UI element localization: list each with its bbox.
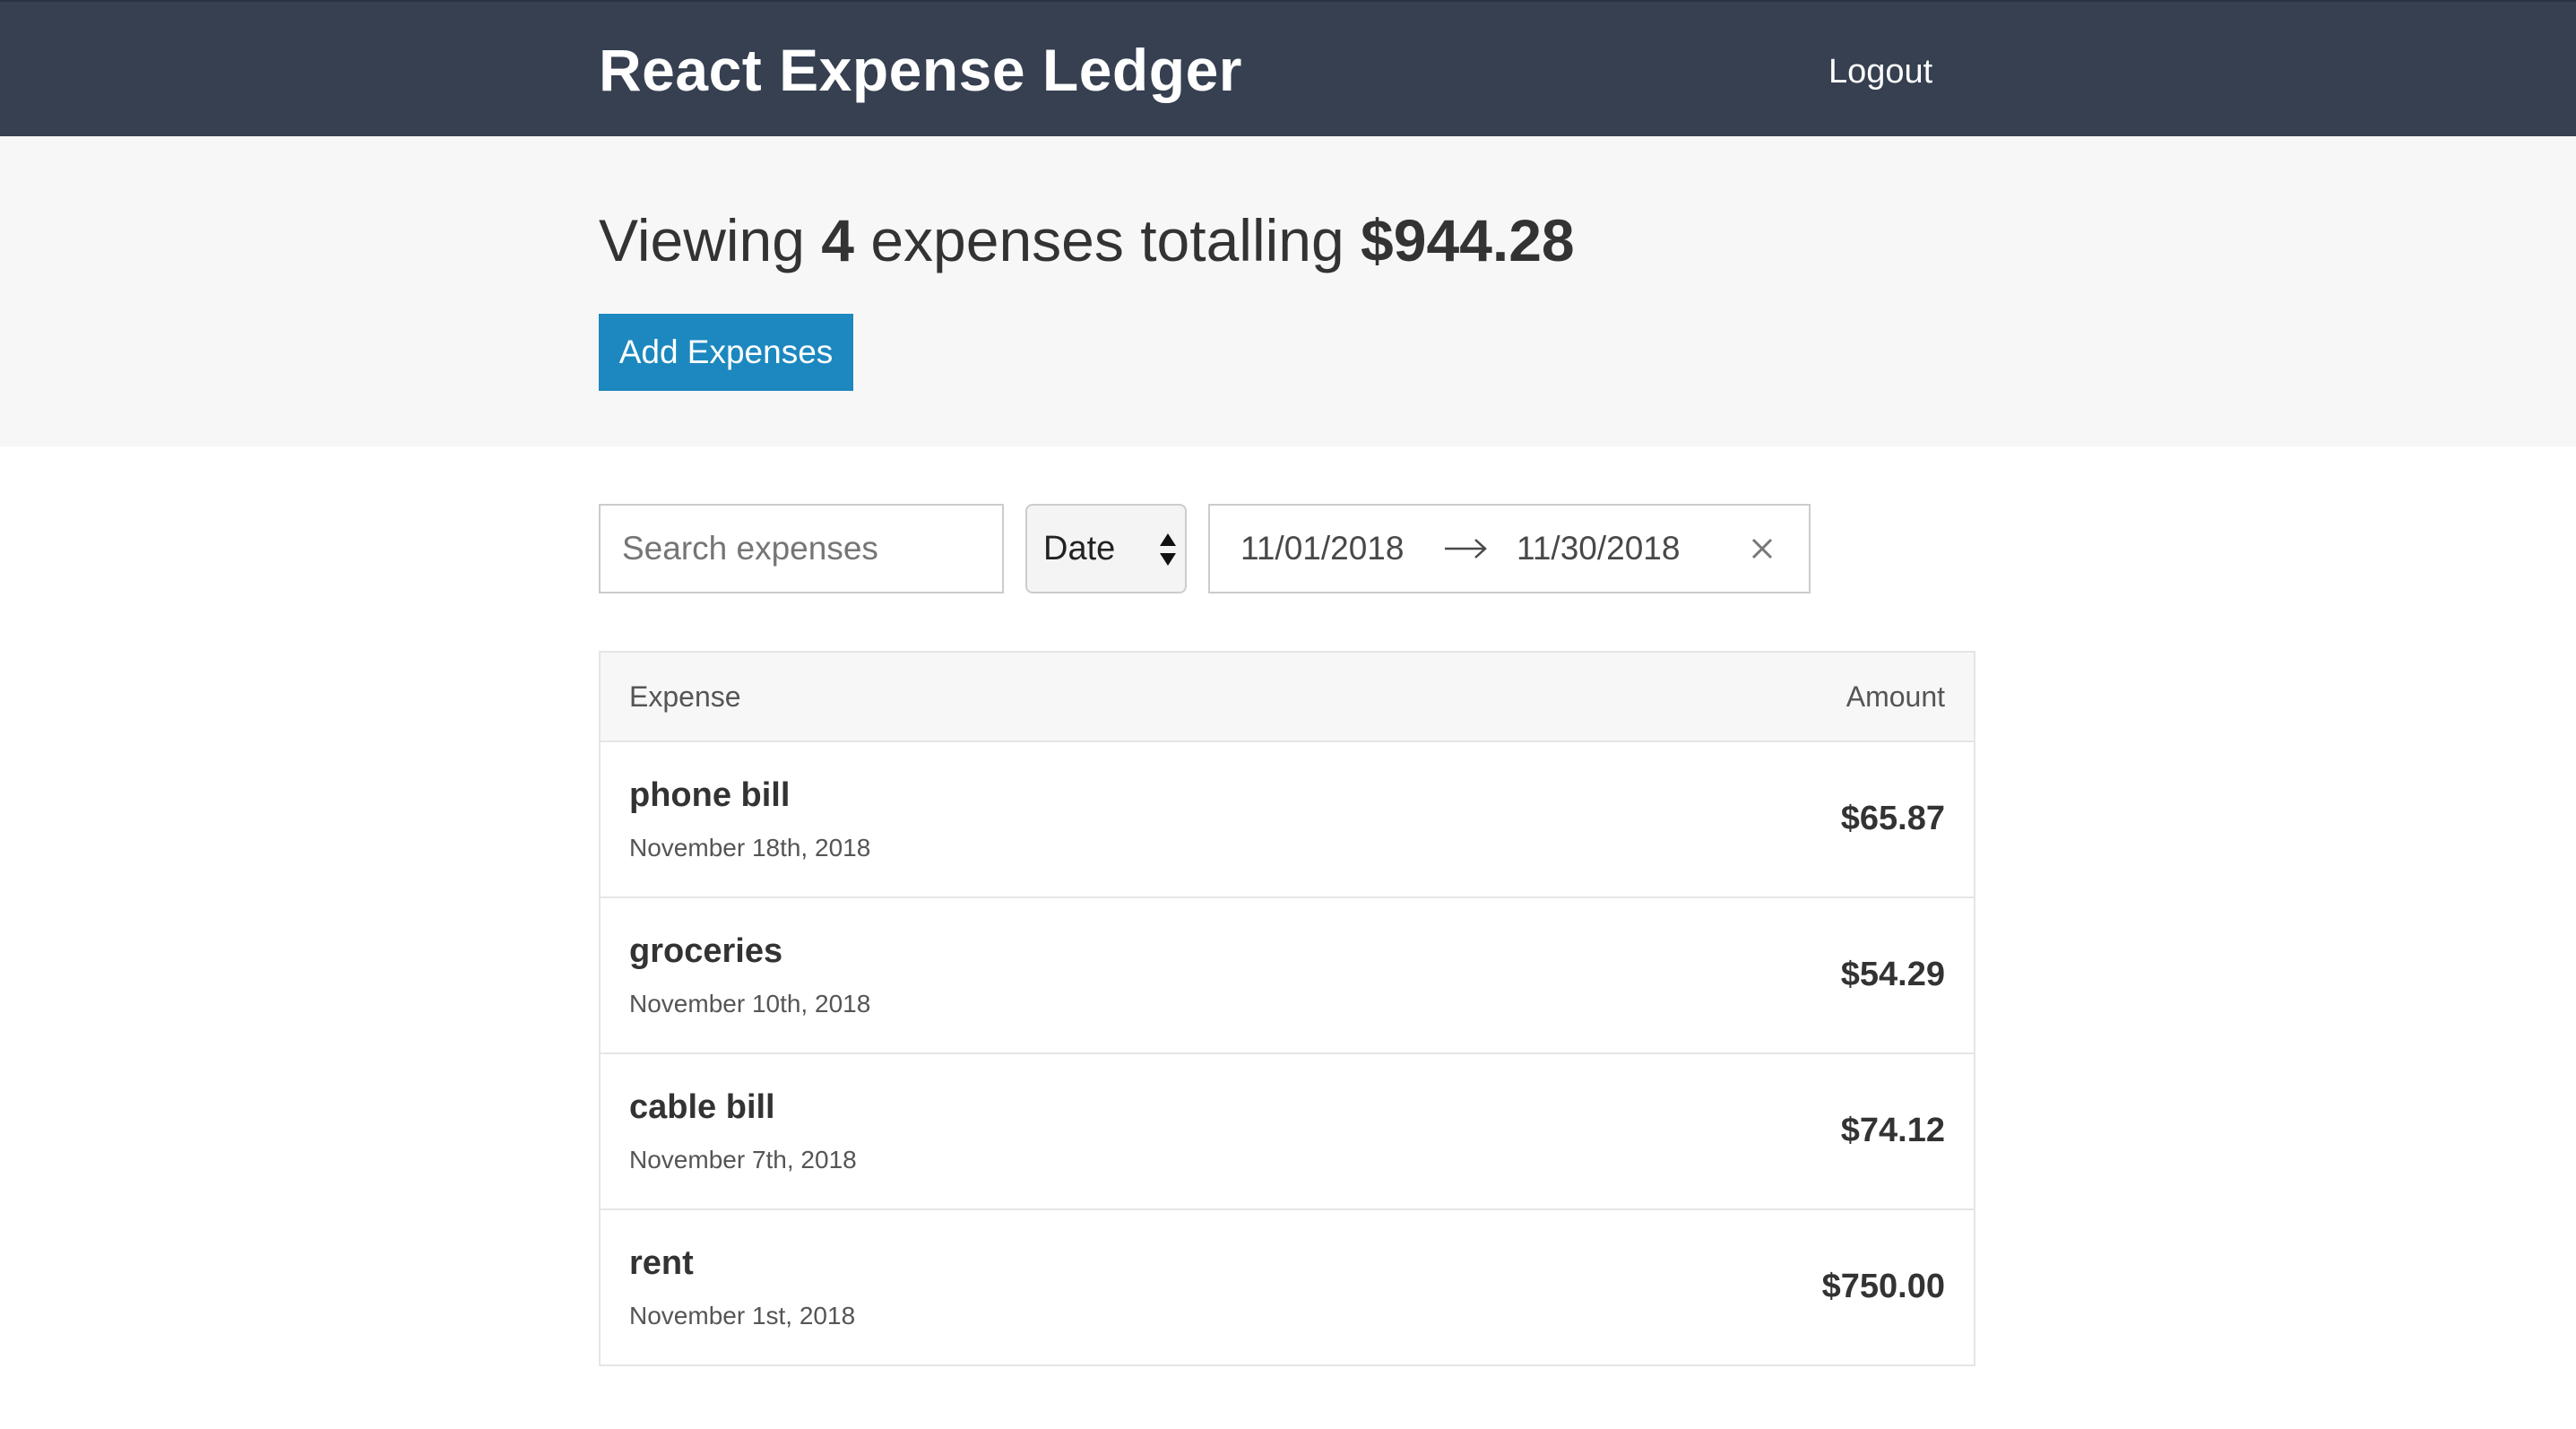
expense-description: cable bill (629, 1088, 775, 1126)
expense-amount: $54.29 (1840, 956, 1945, 993)
expense-amount: $750.00 (1821, 1268, 1945, 1305)
app-title[interactable]: React Expense Ledger (599, 36, 1242, 104)
expense-row[interactable]: rent November 1st, 2018 $750.00 (601, 1210, 1974, 1366)
summary-text: Viewing 4 expenses totalling $944.28 (599, 204, 1575, 276)
column-header-amount: Amount (1846, 680, 1945, 713)
expense-description: rent (629, 1244, 694, 1282)
close-icon[interactable] (1748, 534, 1776, 563)
expense-total: $944.28 (1361, 207, 1575, 273)
expense-row[interactable]: cable bill November 7th, 2018 $74.12 (601, 1054, 1974, 1210)
logout-button[interactable]: Logout (1828, 47, 1963, 97)
expense-date: November 7th, 2018 (629, 1146, 857, 1174)
expense-count: 4 (821, 207, 854, 273)
arrow-right-icon (1445, 539, 1487, 559)
date-range-picker: 11/01/2018 11/30/2018 (1208, 504, 1811, 593)
expenses-summary: Viewing 4 expenses totalling $944.28 Add… (0, 136, 2576, 446)
expense-date: November 1st, 2018 (629, 1302, 856, 1329)
app-header: React Expense Ledger Logout (0, 0, 2576, 136)
sort-by-select[interactable]: Date (1025, 504, 1187, 593)
sort-arrows-icon (1160, 533, 1176, 566)
expense-amount: $65.87 (1840, 800, 1945, 837)
expense-row[interactable]: groceries November 10th, 2018 $54.29 (601, 898, 1974, 1054)
expense-description: groceries (629, 932, 783, 970)
expense-row[interactable]: phone bill November 18th, 2018 $65.87 (601, 742, 1974, 898)
table-header: Expense Amount (601, 653, 1974, 742)
expense-amount: $74.12 (1840, 1112, 1945, 1149)
add-expenses-button[interactable]: Add Expenses (599, 314, 853, 391)
start-date-input[interactable]: 11/01/2018 (1240, 506, 1404, 592)
summary-middle: expenses totalling (870, 207, 1344, 273)
expense-table: Expense Amount phone bill November 18th,… (599, 651, 1975, 1366)
summary-prefix: Viewing (599, 207, 805, 273)
expense-date: November 18th, 2018 (629, 834, 871, 862)
column-header-expense: Expense (629, 680, 741, 713)
expense-date: November 10th, 2018 (629, 990, 871, 1018)
sort-selected-value: Date (1043, 530, 1116, 567)
end-date-input[interactable]: 11/30/2018 (1517, 506, 1680, 592)
expense-description: phone bill (629, 776, 791, 814)
search-input[interactable] (599, 504, 1004, 593)
